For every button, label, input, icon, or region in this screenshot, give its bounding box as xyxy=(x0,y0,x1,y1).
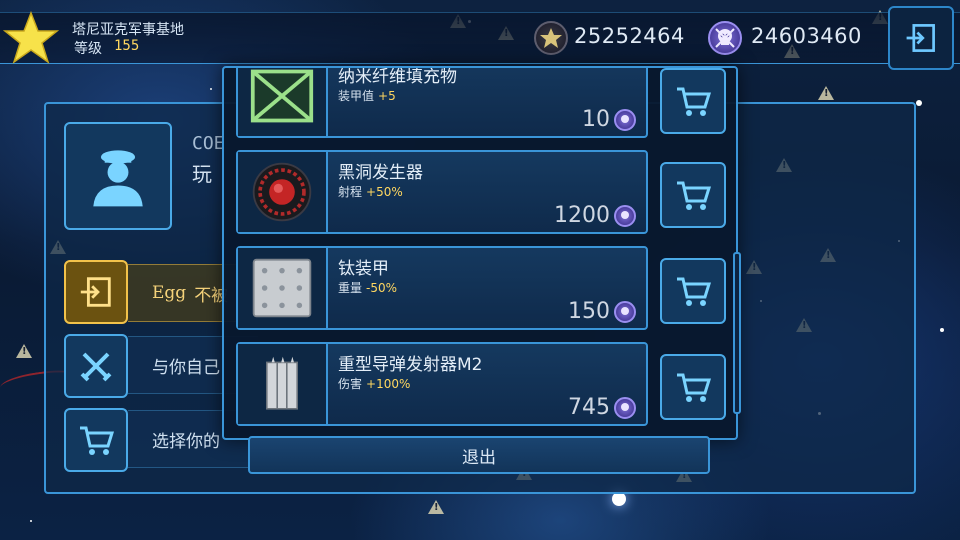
skull-currency-icon xyxy=(708,21,742,55)
item-stat: 装甲值 +5 xyxy=(338,89,396,103)
item-price: 10 xyxy=(582,107,636,132)
shop-row-label: 选择你的 xyxy=(152,431,220,452)
player-name: 玩 xyxy=(192,162,212,186)
item-name: 纳米纤维填充物 xyxy=(338,67,457,87)
shop-scrollbar[interactable] xyxy=(733,252,741,414)
cart-icon xyxy=(677,373,712,402)
missile-launcher-icon xyxy=(238,344,328,424)
exit-icon xyxy=(906,24,935,52)
star-coin-icon xyxy=(534,21,568,55)
level-label: 等级 xyxy=(74,41,102,57)
top-bar: 塔尼亚克军事基地 等级 155 25252464 24603460 xyxy=(0,0,960,70)
skull-currency-icon xyxy=(614,108,636,131)
item-price: 1200 xyxy=(554,203,636,228)
avatar[interactable] xyxy=(64,122,172,230)
cart-icon xyxy=(677,87,712,116)
titanium-armor-icon xyxy=(238,248,328,328)
egg-label: Egg xyxy=(152,283,187,303)
enter-icon xyxy=(80,277,111,307)
buy-button-titanium-armor[interactable] xyxy=(660,258,726,324)
shop-dialog: 纳米纤维填充物 装甲值 +5 10 黑洞发生器 射程 +50% 1200 钛装甲… xyxy=(222,66,738,440)
item-name: 黑洞发生器 xyxy=(338,163,423,183)
warning-icon xyxy=(818,86,834,100)
skull-currency-amount: 24603460 xyxy=(751,24,862,48)
shop-item-titanium-armor[interactable]: 钛装甲 重量 -50% 150 xyxy=(236,246,648,330)
cart-icon xyxy=(677,277,712,306)
shop-button[interactable] xyxy=(64,408,128,472)
exit-shop-button[interactable]: 退出 xyxy=(248,436,710,474)
item-price: 745 xyxy=(568,395,636,420)
buy-button-nano-fiber[interactable] xyxy=(660,68,726,134)
item-price: 150 xyxy=(568,299,636,324)
player-code: COE xyxy=(192,133,225,154)
skull-currency-icon xyxy=(614,396,636,419)
officer-avatar-icon xyxy=(93,150,143,207)
item-name: 重型导弹发射器M2 xyxy=(338,355,483,375)
item-stat: 射程 +50% xyxy=(338,185,403,199)
shop-item-nano-fiber[interactable]: 纳米纤维填充物 装甲值 +5 10 xyxy=(236,67,648,138)
item-stat: 重量 -50% xyxy=(338,281,398,295)
skull-currency-icon xyxy=(614,204,636,227)
crossed-swords-icon xyxy=(80,352,112,382)
exit-game-button[interactable] xyxy=(888,6,954,70)
base-name: 塔尼亚克军事基地 xyxy=(72,22,184,38)
battle-button[interactable] xyxy=(64,334,128,398)
buy-button-black-hole-generator[interactable] xyxy=(660,162,726,228)
skull-currency-icon xyxy=(614,300,636,323)
buy-button-missile-launcher[interactable] xyxy=(660,354,726,420)
shop-item-missile-launcher[interactable]: 重型导弹发射器M2 伤害 +100% 745 xyxy=(236,342,648,426)
warning-icon xyxy=(16,344,32,358)
cart-icon xyxy=(80,426,115,455)
nano-fiber-icon xyxy=(238,68,328,136)
battle-row-label: 与你自己 xyxy=(152,357,220,378)
item-name: 钛装甲 xyxy=(338,259,389,279)
black-hole-generator-icon xyxy=(238,152,328,232)
rank-star-icon xyxy=(3,10,59,64)
warning-icon xyxy=(428,500,444,514)
item-stat: 伤害 +100% xyxy=(338,377,411,391)
level-value: 155 xyxy=(114,38,140,54)
login-button[interactable] xyxy=(64,260,128,324)
shop-item-black-hole-generator[interactable]: 黑洞发生器 射程 +50% 1200 xyxy=(236,150,648,234)
star-coin-amount: 25252464 xyxy=(574,24,685,48)
cart-icon xyxy=(677,181,712,210)
